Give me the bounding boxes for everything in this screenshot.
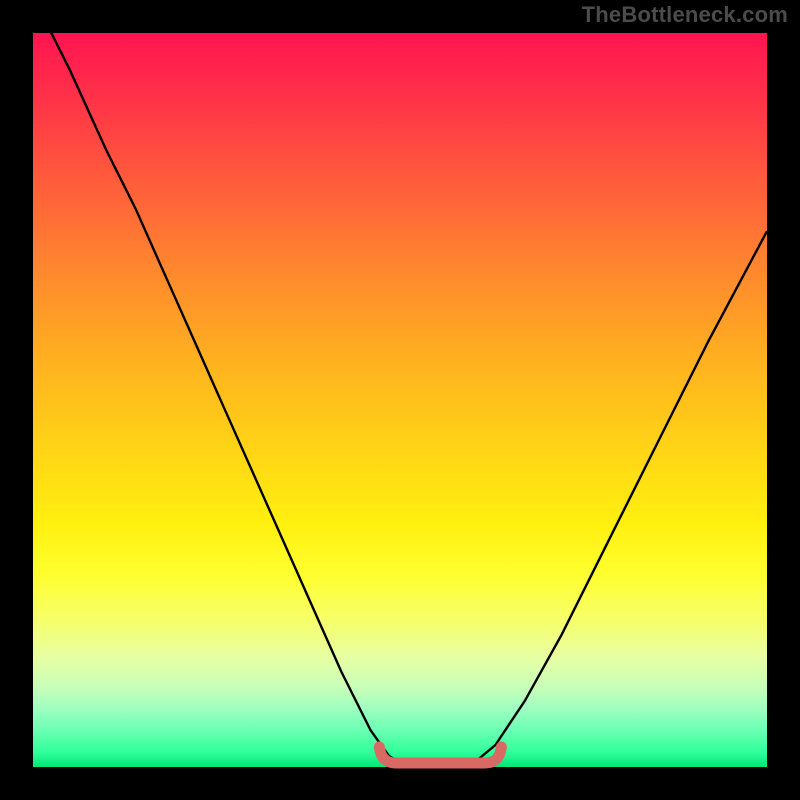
plot-area [33, 33, 767, 767]
curve-svg [33, 33, 767, 767]
chart-frame: TheBottleneck.com [0, 0, 800, 800]
bottleneck-curve-path [33, 0, 767, 767]
watermark-text: TheBottleneck.com [582, 2, 788, 28]
